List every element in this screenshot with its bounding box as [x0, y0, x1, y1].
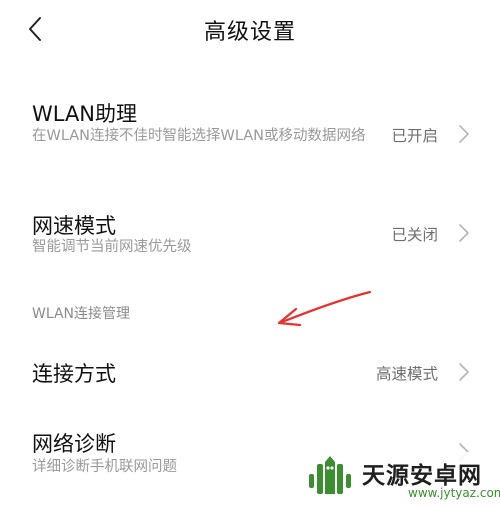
wlan-assistant-status: 已开启 [391, 127, 438, 145]
watermark-name: 天源安卓网 [362, 463, 482, 489]
chevron-right-icon [459, 363, 469, 381]
wlan-assistant-row[interactable]: WLAN助理 在WLAN连接不佳时智能选择WLAN或移动数据网络 已开启 [0, 88, 500, 178]
chevron-right-icon [459, 224, 469, 242]
wlan-assistant-desc: 在WLAN连接不佳时智能选择WLAN或移动数据网络 [32, 128, 366, 144]
connection-method-value: 高速模式 [375, 365, 438, 383]
annotation-arrow-icon [277, 290, 372, 327]
page-title: 高级设置 [203, 20, 296, 45]
chevron-right-icon [459, 125, 469, 143]
header-bar: 高级设置 [0, 0, 500, 60]
advanced-settings-screen: 高级设置 WLAN助理 在WLAN连接不佳时智能选择WLAN或移动数据网络 已开… [0, 0, 500, 507]
speed-mode-status: 已关闭 [391, 226, 438, 244]
watermark-url: www.jytyaz.com [408, 486, 500, 500]
watermark: 天源安卓网 www.jytyaz.com [300, 452, 500, 507]
android-logo-icon [309, 456, 351, 494]
network-diagnosis-title: 网络诊断 [32, 432, 116, 456]
wlan-assistant-title: WLAN助理 [32, 102, 138, 126]
speed-mode-desc: 智能调节当前网速优先级 [32, 239, 192, 255]
speed-mode-row[interactable]: 网速模式 智能调节当前网速优先级 已关闭 [0, 200, 500, 270]
connection-method-row[interactable]: 连接方式 高速模式 [0, 345, 500, 400]
section-header-wlan-connection: WLAN连接管理 [32, 306, 131, 322]
connection-method-title: 连接方式 [32, 362, 116, 386]
